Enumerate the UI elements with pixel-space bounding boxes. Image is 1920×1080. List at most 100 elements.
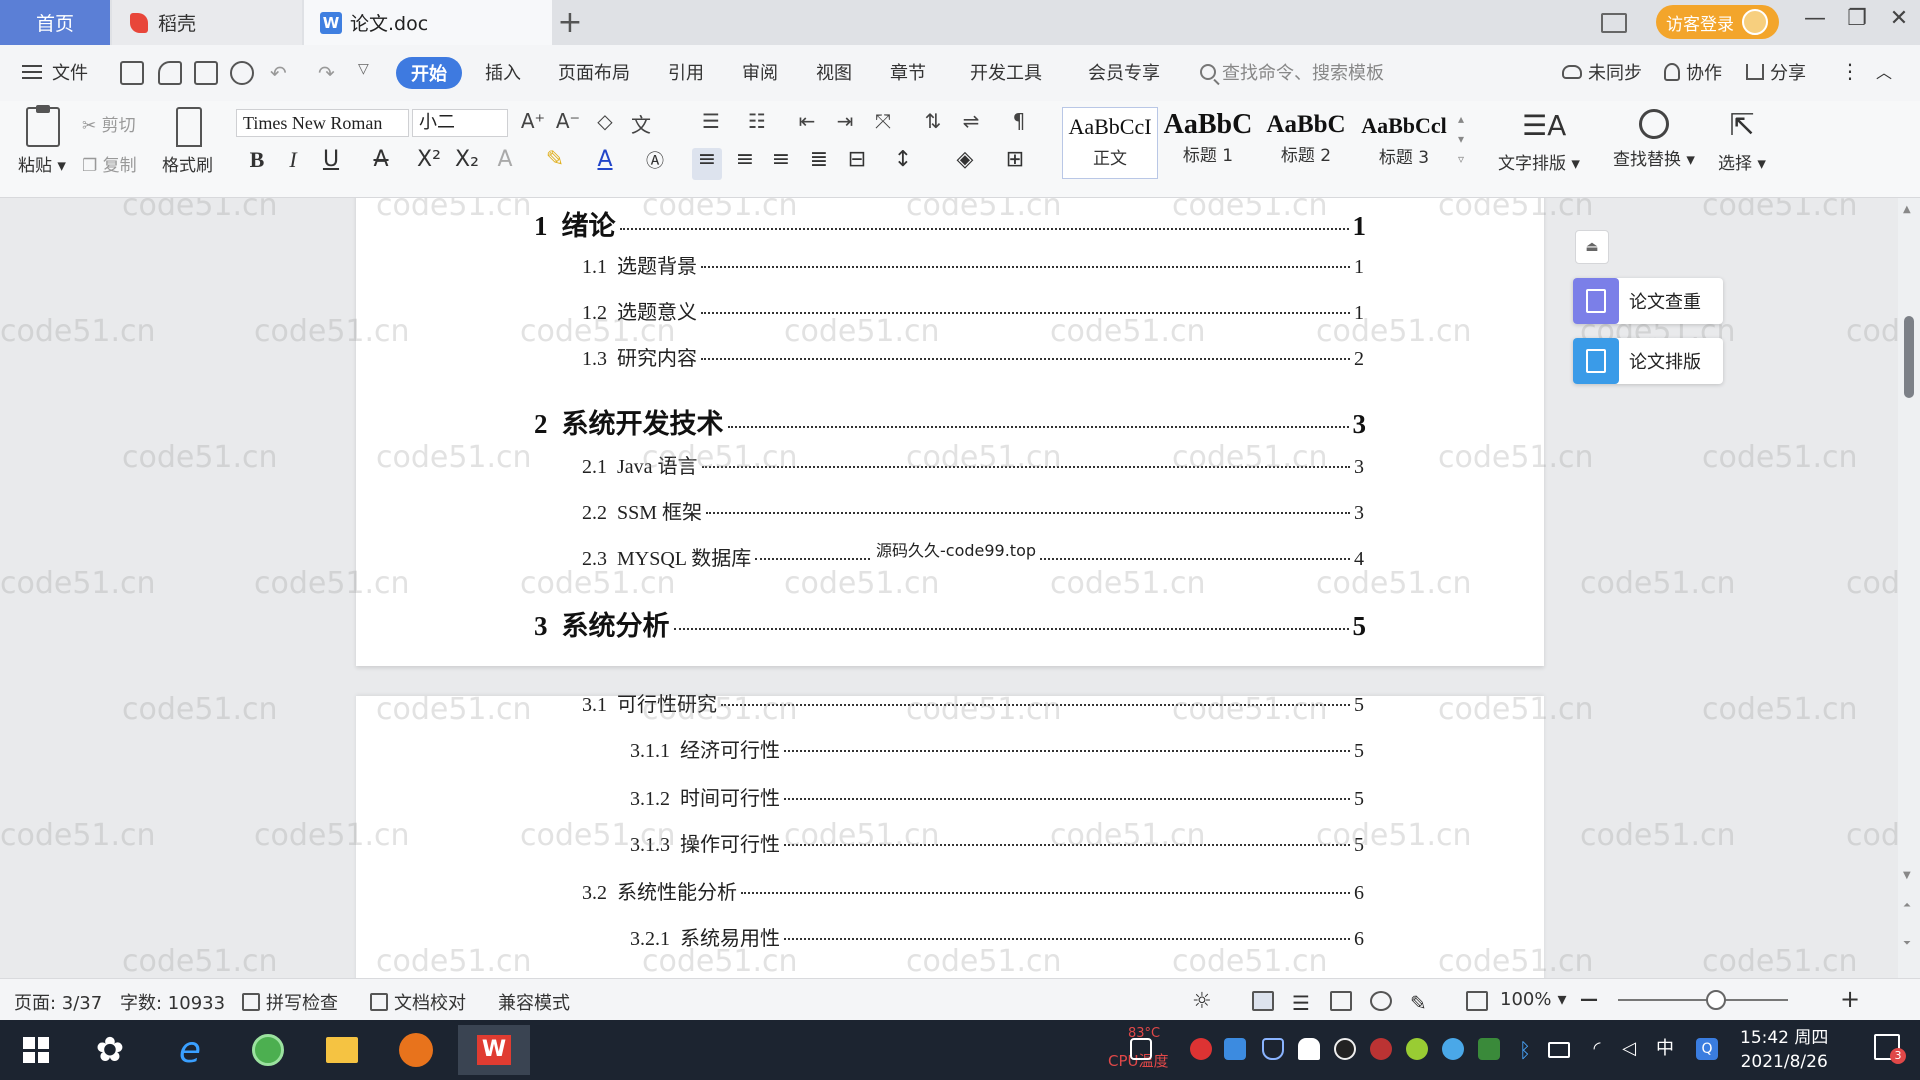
minimize-button[interactable]: —: [1800, 6, 1830, 31]
proofread-button[interactable]: 文档校对: [370, 989, 466, 1015]
grow-font-icon[interactable]: A⁺: [518, 109, 548, 133]
text-layout-button[interactable]: ☰A 文字排版 ▾: [1494, 109, 1584, 174]
guest-login-button[interactable]: 访客登录: [1656, 5, 1779, 39]
style-heading-3[interactable]: AaBbCcl 标题 3: [1356, 107, 1452, 179]
outline-view-icon[interactable]: ☰: [1292, 991, 1314, 1015]
page-indicator[interactable]: 页面: 3/37: [14, 989, 102, 1015]
collapse-ribbon-icon[interactable]: ︿: [1876, 59, 1892, 83]
tray-network-app-icon[interactable]: [1224, 1038, 1246, 1060]
tray-plus-icon[interactable]: [1406, 1038, 1428, 1060]
new-tab-button[interactable]: +: [555, 0, 585, 45]
reading-view-icon[interactable]: [1330, 991, 1352, 1011]
collaborate-button[interactable]: 协作: [1664, 59, 1722, 85]
clear-format-icon[interactable]: ◇: [590, 109, 620, 133]
wps-taskbar-icon[interactable]: W: [458, 1025, 530, 1075]
menu-tab-home[interactable]: 开始: [396, 57, 462, 89]
tray-app-icon[interactable]: [1190, 1038, 1212, 1060]
start-button[interactable]: [16, 1030, 56, 1070]
style-heading-1[interactable]: AaBbC 标题 1: [1160, 107, 1256, 179]
ime-indicator[interactable]: 中: [1654, 1038, 1676, 1060]
paste-button[interactable]: 粘贴 ▾: [18, 151, 66, 176]
close-button[interactable]: ✕: [1884, 6, 1914, 31]
tab-document[interactable]: W 论文.doc: [304, 0, 552, 45]
eye-protection-icon[interactable]: ☼: [1192, 989, 1212, 1014]
toc-entry[interactable]: 2.2 SSM 框架 3: [582, 496, 1364, 525]
chinese-layout-icon[interactable]: ⤧: [868, 109, 898, 133]
cut-button[interactable]: ✂ 剪切: [82, 111, 136, 136]
share-button[interactable]: 分享: [1746, 59, 1806, 85]
align-right-icon[interactable]: ≡: [766, 147, 796, 172]
qq-icon[interactable]: [1334, 1038, 1356, 1060]
window-layout-button[interactable]: [1600, 0, 1628, 45]
text-effect-icon[interactable]: A: [490, 147, 520, 172]
prev-page-icon[interactable]: ⏶: [1903, 900, 1911, 911]
style-heading-2[interactable]: AaBbC 标题 2: [1258, 107, 1354, 179]
toc-entry[interactable]: 3.1.3 操作可行性 5: [630, 828, 1364, 857]
copy-button[interactable]: ❐ 复制: [82, 151, 137, 176]
borders-icon[interactable]: ⊞: [1000, 147, 1030, 172]
customize-toolbar-icon[interactable]: ▽: [358, 61, 382, 85]
write-view-icon[interactable]: ✎: [1410, 991, 1432, 1015]
ie-browser-icon[interactable]: e: [170, 1030, 210, 1071]
menu-tab-developer[interactable]: 开发工具: [970, 59, 1042, 85]
sort-icon[interactable]: ⇅: [918, 109, 948, 133]
save-icon[interactable]: [120, 61, 144, 85]
paper-format-button[interactable]: 论文排版: [1573, 338, 1723, 384]
zoom-slider-handle[interactable]: [1706, 990, 1726, 1010]
bell-icon[interactable]: [1298, 1038, 1320, 1060]
subscript-icon[interactable]: X₂: [452, 147, 482, 172]
wifi-icon[interactable]: ◜: [1586, 1038, 1608, 1060]
show-marks-icon[interactable]: ¶: [1004, 109, 1034, 133]
toc-entry[interactable]: 3.1 可行性研究 5: [582, 688, 1364, 717]
print-icon[interactable]: [194, 61, 218, 85]
scroll-top-icon[interactable]: ▲: [1903, 204, 1911, 215]
menu-tab-insert[interactable]: 插入: [485, 59, 521, 85]
char-border-icon[interactable]: Ⓐ: [640, 147, 670, 173]
page-view-icon[interactable]: [1252, 991, 1274, 1011]
zoom-slider[interactable]: [1618, 999, 1788, 1001]
style-gallery-scroll[interactable]: ▴ ▾ ▿: [1458, 109, 1464, 169]
bluetooth-icon[interactable]: ᛒ: [1514, 1038, 1536, 1062]
player-app-icon[interactable]: [396, 1030, 436, 1070]
menu-tab-chapter[interactable]: 章节: [890, 59, 926, 85]
numbered-list-icon[interactable]: ☷: [742, 109, 772, 133]
bullet-list-icon[interactable]: ☰: [696, 109, 726, 133]
menu-tab-page-layout[interactable]: 页面布局: [558, 59, 630, 85]
scroll-down-icon[interactable]: ▼: [1903, 870, 1911, 881]
command-search[interactable]: 查找命令、搜索模板: [1200, 59, 1384, 85]
sync-status-button[interactable]: 未同步: [1562, 59, 1642, 85]
toc-entry[interactable]: 1.2 选题意义 1: [582, 296, 1364, 325]
tray-keyboard-icon[interactable]: [1130, 1038, 1152, 1060]
decrease-indent-icon[interactable]: ⇤: [792, 109, 822, 133]
phonetic-icon[interactable]: 文: [626, 109, 656, 138]
font-size-select[interactable]: 小二: [412, 109, 508, 137]
sync-icon[interactable]: [158, 61, 182, 85]
restore-button[interactable]: ❐: [1842, 6, 1872, 31]
web-view-icon[interactable]: [1370, 991, 1392, 1011]
file-explorer-icon[interactable]: [322, 1030, 362, 1070]
undo-icon[interactable]: ↶: [270, 61, 294, 85]
volume-icon[interactable]: ◁: [1618, 1038, 1640, 1060]
toc-entry[interactable]: 1 绪论 1: [534, 204, 1366, 243]
menu-tab-review[interactable]: 审阅: [742, 59, 778, 85]
bold-icon[interactable]: B: [242, 147, 272, 173]
paste-icon[interactable]: [26, 105, 60, 147]
zoom-in-button[interactable]: +: [1840, 985, 1860, 1013]
menu-tab-member[interactable]: 会员专享: [1088, 59, 1160, 85]
shrink-font-icon[interactable]: A⁻: [553, 109, 583, 133]
fit-page-icon[interactable]: [1466, 991, 1488, 1011]
underline-icon[interactable]: U: [316, 147, 346, 172]
style-normal[interactable]: AaBbCcI 正文: [1062, 107, 1158, 179]
find-replace-button[interactable]: 查找替换 ▾: [1606, 109, 1702, 170]
highlight-icon[interactable]: ✎: [540, 147, 570, 172]
word-count[interactable]: 字数: 10933: [120, 989, 225, 1015]
justify-icon[interactable]: ≣: [804, 147, 834, 172]
toc-entry[interactable]: 3.1.1 经济可行性 5: [630, 734, 1364, 763]
nvidia-icon[interactable]: [1478, 1038, 1500, 1060]
search-app-icon[interactable]: Q: [1696, 1038, 1718, 1060]
toc-entry[interactable]: 1.3 研究内容 2: [582, 342, 1364, 371]
menu-tab-references[interactable]: 引用: [668, 59, 704, 85]
text-direction-icon[interactable]: ⇌: [956, 109, 986, 133]
system-clock[interactable]: 15:42 周四 2021/8/26: [1740, 1026, 1828, 1074]
superscript-icon[interactable]: X²: [414, 147, 444, 172]
